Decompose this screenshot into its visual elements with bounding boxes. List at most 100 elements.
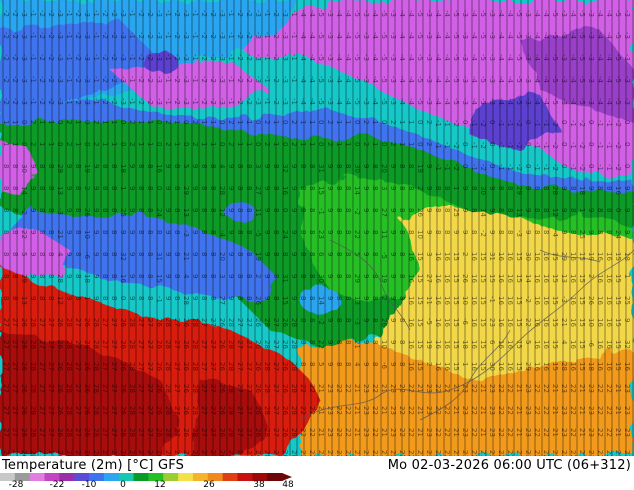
contour-label: 8 bbox=[344, 362, 352, 366]
contour-label: 9 bbox=[128, 230, 136, 234]
contour-label: -3 bbox=[326, 76, 334, 83]
contour-label: -2 bbox=[11, 76, 19, 83]
contour-label: -4 bbox=[443, 76, 451, 84]
contour-label: 6 bbox=[488, 340, 496, 345]
contour-label: -4 bbox=[506, 10, 514, 18]
contour-label: 0 bbox=[281, 208, 289, 212]
contour-label: 22 bbox=[335, 428, 343, 437]
contour-label: 19 bbox=[83, 164, 91, 173]
contour-label: 27 bbox=[245, 384, 253, 393]
contour-label: 21 bbox=[578, 384, 586, 393]
contour-label: 9 bbox=[290, 164, 298, 168]
contour-label: -4 bbox=[335, 76, 343, 84]
contour-label: 8 bbox=[173, 296, 181, 300]
contour-label: -1 bbox=[605, 120, 613, 127]
contour-label: 28 bbox=[164, 384, 172, 393]
contour-label: -3 bbox=[524, 10, 532, 17]
contour-label: -5 bbox=[479, 10, 487, 17]
contour-label: 1 bbox=[272, 120, 280, 124]
contour-label: 28 bbox=[218, 186, 226, 195]
contour-label: -2 bbox=[209, 32, 217, 39]
contour-label: 19 bbox=[416, 164, 424, 173]
contour-label: 26 bbox=[182, 362, 190, 371]
contour-label: 9 bbox=[362, 230, 370, 234]
contour-label: -3 bbox=[281, 10, 289, 17]
contour-label: 18 bbox=[461, 340, 469, 349]
contour-label: 27 bbox=[110, 340, 118, 349]
contour-label: -4 bbox=[434, 32, 442, 40]
contour-label: 29 bbox=[56, 164, 64, 173]
contour-label: 8 bbox=[398, 362, 406, 366]
contour-label: -4 bbox=[308, 32, 316, 40]
contour-label: 8 bbox=[38, 208, 46, 212]
contour-label: 8 bbox=[38, 296, 46, 300]
contour-label: 9 bbox=[128, 296, 136, 300]
contour-label: 8 bbox=[569, 208, 577, 212]
contour-label: -1 bbox=[317, 208, 325, 215]
colorbar-tick-label: 0 bbox=[120, 480, 126, 490]
contour-label: -6 bbox=[380, 362, 388, 370]
contour-label: 2 bbox=[29, 142, 37, 146]
contour-label: 8 bbox=[344, 186, 352, 190]
contour-label: 16 bbox=[596, 252, 604, 261]
contour-label: 9 bbox=[191, 274, 199, 278]
contour-label: 1 bbox=[308, 120, 316, 124]
contour-label: -3 bbox=[623, 54, 631, 61]
contour-label: -1 bbox=[434, 164, 442, 171]
contour-label: 8 bbox=[443, 208, 451, 212]
contour-label: -3 bbox=[587, 32, 595, 39]
contour-label: -4 bbox=[542, 76, 550, 84]
contour-label: 16 bbox=[542, 362, 550, 371]
contour-label: 9 bbox=[389, 296, 397, 300]
contour-label: 8 bbox=[137, 274, 145, 278]
contour-label: 2 bbox=[164, 120, 172, 124]
contour-label: 22 bbox=[371, 428, 379, 437]
contour-label: 27 bbox=[38, 406, 46, 415]
contour-label: 26 bbox=[416, 208, 424, 217]
contour-label: 22 bbox=[506, 406, 514, 415]
contour-label: 8 bbox=[74, 164, 82, 168]
contour-label: -3 bbox=[155, 10, 163, 17]
contour-label: -3 bbox=[182, 10, 190, 17]
contour-label: -3 bbox=[560, 32, 568, 39]
contour-label: -3 bbox=[182, 76, 190, 83]
contour-label: 27 bbox=[74, 384, 82, 393]
contour-label: 8 bbox=[110, 164, 118, 168]
contour-label: 28 bbox=[29, 428, 37, 437]
contour-label: 9 bbox=[29, 252, 37, 256]
contour-label: 8 bbox=[407, 230, 415, 234]
contour-label: -5 bbox=[578, 54, 586, 61]
contour-label: -2 bbox=[236, 32, 244, 39]
contour-label: -1 bbox=[164, 98, 172, 105]
contour-label: 26 bbox=[281, 318, 289, 327]
contour-label: -5 bbox=[479, 54, 487, 61]
contour-label: -2 bbox=[137, 76, 145, 83]
contour-label: 15 bbox=[614, 274, 622, 283]
contour-label: -2 bbox=[551, 164, 559, 171]
contour-label: -2 bbox=[173, 98, 181, 105]
contour-label: 16 bbox=[569, 274, 577, 283]
contour-label: 9 bbox=[191, 208, 199, 212]
contour-label: -3 bbox=[182, 54, 190, 61]
contour-label: 8 bbox=[533, 186, 541, 190]
contour-label: 16 bbox=[605, 252, 613, 261]
contour-label: 26 bbox=[83, 406, 91, 415]
contour-label: 9 bbox=[164, 230, 172, 234]
contour-label: -4 bbox=[299, 54, 307, 62]
contour-label: -4 bbox=[335, 32, 343, 40]
contour-label: 16 bbox=[533, 362, 541, 371]
contour-label: 26 bbox=[155, 384, 163, 393]
contour-label: 21 bbox=[614, 384, 622, 393]
contour-label: 15 bbox=[614, 318, 622, 327]
contour-label: -3 bbox=[353, 318, 361, 325]
contour-label: -2 bbox=[173, 32, 181, 39]
contour-label: 16 bbox=[506, 274, 514, 283]
contour-label: 1 bbox=[101, 142, 109, 146]
contour-label: -3 bbox=[587, 10, 595, 17]
contour-label: -4 bbox=[308, 76, 316, 84]
contour-label: -4 bbox=[335, 98, 343, 106]
contour-label: 10 bbox=[83, 230, 91, 239]
contour-label: -4 bbox=[497, 10, 505, 18]
contour-label: 8 bbox=[146, 164, 154, 168]
contour-label: 9 bbox=[461, 208, 469, 212]
